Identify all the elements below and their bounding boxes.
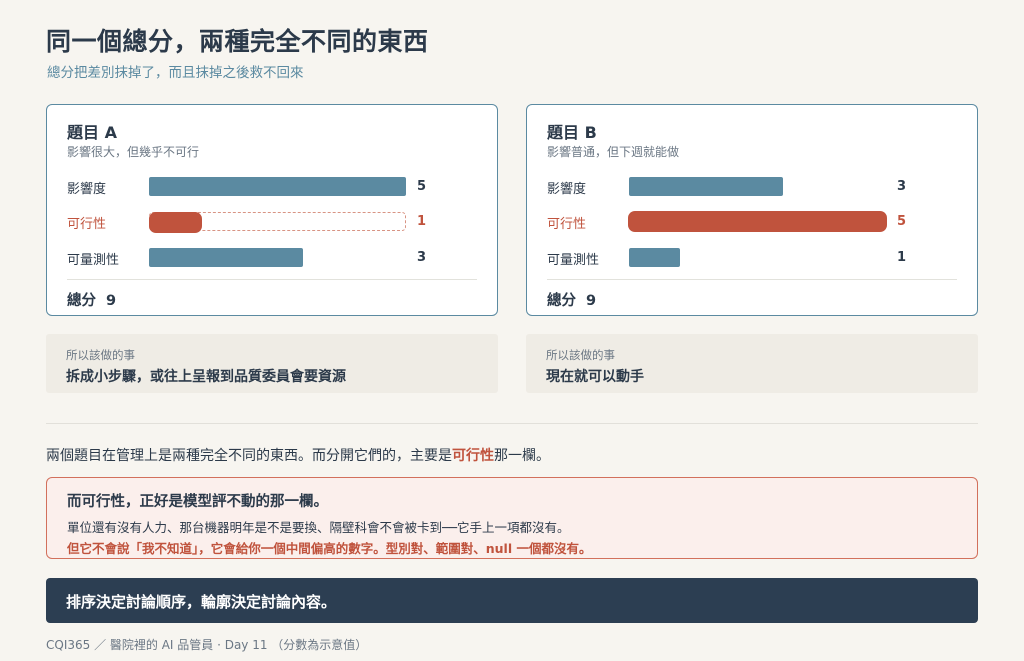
- banner-text: 排序決定討論順序，輪廓決定討論內容。: [66, 593, 337, 611]
- row-value: 1: [897, 250, 907, 265]
- score-row-impact: 影響度 5: [67, 177, 477, 197]
- footer-caption: CQI365 ／ 醫院裡的 AI 品管員 · Day 11 （分數為示意值）: [46, 638, 368, 652]
- note-text: 拆成小步驟，或往上呈報到品質委員會要資源: [66, 369, 346, 385]
- note-text: 現在就可以動手: [546, 369, 644, 385]
- score-bar-fill: [149, 248, 304, 267]
- score-bar-track: [629, 248, 886, 267]
- warning-callout: 而可行性，正好是模型評不動的那一欄。 單位還有沒有人力、那台機器明年是不是要換、…: [46, 477, 978, 559]
- row-label: 可量測性: [547, 253, 600, 268]
- action-note-b: 所以該做的事 現在就可以動手: [526, 334, 978, 393]
- card-description: 影響普通，但下週就能做: [547, 145, 680, 159]
- score-bar-track: [629, 212, 886, 231]
- row-value: 3: [897, 179, 907, 194]
- score-bar-track: [149, 212, 406, 232]
- row-label: 可行性: [67, 217, 107, 232]
- total-value: 9: [106, 293, 117, 309]
- score-bar-fill: [149, 177, 406, 196]
- paragraph-highlight: 可行性: [452, 448, 494, 464]
- action-note-a: 所以該做的事 拆成小步驟，或往上呈報到品質委員會要資源: [46, 334, 498, 393]
- note-label: 所以該做的事: [66, 348, 135, 362]
- score-row-measurability: 可量測性 1: [547, 248, 957, 268]
- card-description: 影響很大，但幾乎不可行: [67, 145, 200, 159]
- score-bar-fill: [629, 177, 784, 196]
- topic-card-b: 題目 B 影響普通，但下週就能做 影響度 3 可行性 5 可量測性 1 總分 9: [526, 104, 978, 316]
- callout-body: 單位還有沒有人力、那台機器明年是不是要換、隔壁科會不會被卡到──它手上一項都沒有…: [67, 520, 570, 535]
- card-divider: [547, 279, 957, 280]
- score-row-measurability: 可量測性 3: [67, 248, 477, 268]
- score-row-impact: 影響度 3: [547, 177, 957, 197]
- total-score: 總分 9: [67, 289, 116, 310]
- row-value: 1: [417, 214, 427, 229]
- score-bar-fill: [150, 213, 201, 232]
- score-bar-track: [629, 177, 886, 196]
- score-row-feasibility: 可行性 5: [547, 212, 957, 232]
- total-value: 9: [586, 293, 597, 309]
- total-label: 總分: [547, 293, 576, 309]
- total-label: 總分: [67, 293, 96, 309]
- row-value: 5: [417, 179, 427, 194]
- summary-paragraph: 兩個題目在管理上是兩種完全不同的東西。而分開它們的，主要是可行性那一欄。: [46, 445, 550, 465]
- score-bar-fill: [629, 248, 681, 267]
- row-value: 5: [897, 214, 907, 229]
- topic-card-a: 題目 A 影響很大，但幾乎不可行 影響度 5 可行性 1 可量測性 3 總分 9: [46, 104, 498, 316]
- page-subtitle: 總分把差別抹掉了，而且抹掉之後救不回來: [47, 65, 304, 81]
- row-label: 影響度: [547, 182, 587, 197]
- callout-emphasis: 但它不會說「我不知道」，它會給你一個中間偏高的數字。型別對、範圍對、null 一…: [67, 541, 592, 556]
- row-label: 可量測性: [67, 253, 120, 268]
- paragraph-text: 兩個題目在管理上是兩種完全不同的東西。而分開它們的，主要是: [46, 448, 452, 464]
- row-value: 3: [417, 250, 427, 265]
- total-score: 總分 9: [547, 289, 596, 310]
- row-label: 可行性: [547, 217, 587, 232]
- card-divider: [67, 279, 477, 280]
- score-row-feasibility: 可行性 1: [67, 212, 477, 232]
- page-title: 同一個總分，兩種完全不同的東西: [46, 27, 429, 56]
- card-title: 題目 B: [547, 123, 597, 142]
- paragraph-text-end: 那一欄。: [494, 448, 550, 464]
- row-label: 影響度: [67, 182, 107, 197]
- card-title: 題目 A: [67, 123, 117, 142]
- callout-title: 而可行性，正好是模型評不動的那一欄。: [67, 494, 328, 510]
- conclusion-banner: 排序決定討論順序，輪廓決定討論內容。: [46, 578, 978, 623]
- score-bar-track: [149, 177, 406, 196]
- score-bar-track: [149, 248, 406, 267]
- note-label: 所以該做的事: [546, 348, 615, 362]
- section-divider: [46, 423, 978, 424]
- score-bar-fill: [629, 212, 886, 231]
